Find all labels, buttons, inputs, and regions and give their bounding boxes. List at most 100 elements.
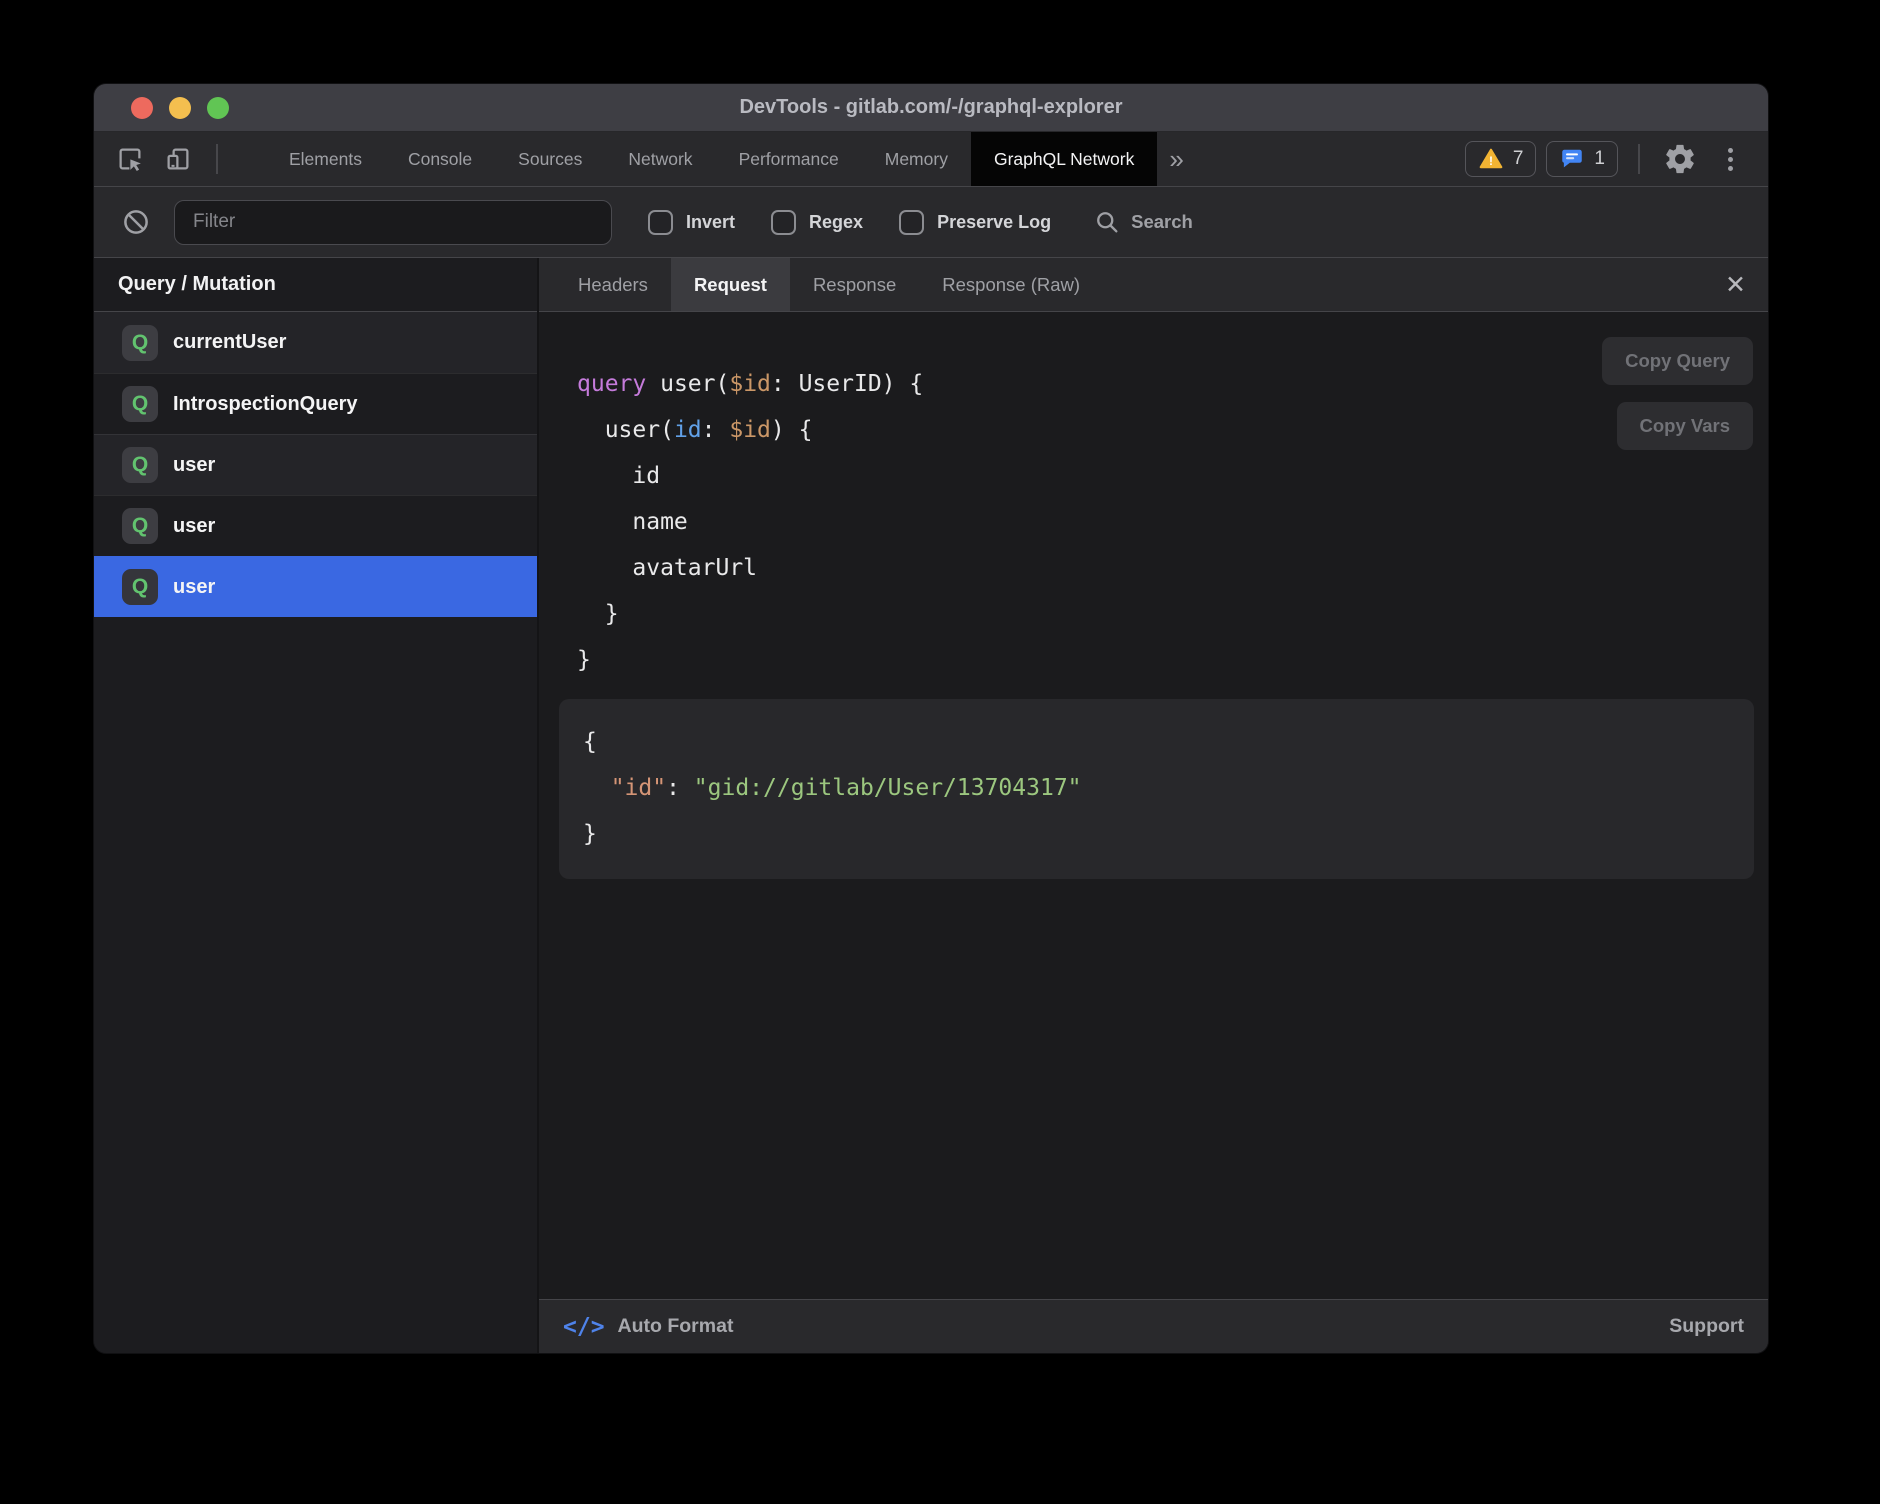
code-line: "id": "gid://gitlab/User/13704317" [583, 765, 1738, 811]
zoom-window-button[interactable] [207, 97, 229, 119]
more-tabs-button[interactable]: » [1157, 132, 1195, 186]
warnings-badge[interactable]: ! 7 [1465, 141, 1537, 177]
minimize-window-button[interactable] [169, 97, 191, 119]
detail-tab-strip: HeadersRequestResponseResponse (Raw) ✕ [539, 258, 1768, 312]
query-type-badge: Q [122, 386, 158, 422]
code-line: query user($id: UserID) { [577, 361, 1768, 407]
auto-format-button[interactable]: </> Auto Format [563, 1314, 733, 1340]
desktop-background: DevTools - gitlab.com/-/graphql-explorer [0, 0, 1880, 1504]
traffic-lights [131, 84, 229, 131]
request-panel: Copy Query Copy Vars query user($id: Use… [539, 312, 1768, 1299]
detail-tab-response[interactable]: Response [790, 258, 919, 311]
menu-button[interactable] [1710, 139, 1750, 179]
svg-text:!: ! [1489, 154, 1493, 168]
code-brackets-icon: </> [563, 1314, 605, 1340]
code-line: } [583, 811, 1738, 857]
regex-checkbox-row[interactable]: Regex [771, 210, 863, 235]
titlebar: DevTools - gitlab.com/-/graphql-explorer [94, 84, 1768, 132]
query-list-item[interactable]: Quser [94, 495, 537, 556]
preserve-log-checkbox-row[interactable]: Preserve Log [899, 210, 1051, 235]
message-count: 1 [1594, 148, 1605, 170]
kebab-menu-icon [1728, 148, 1733, 171]
search-button[interactable]: Search [1093, 208, 1193, 236]
variables-box: { "id": "gid://gitlab/User/13704317"} [559, 699, 1754, 879]
tab-elements[interactable]: Elements [266, 132, 385, 186]
tab-sources[interactable]: Sources [495, 132, 605, 186]
query-list-item-label: user [173, 576, 215, 599]
invert-checkbox-row[interactable]: Invert [648, 210, 735, 235]
preserve-log-checkbox-label: Preserve Log [937, 212, 1051, 233]
invert-checkbox-label: Invert [686, 212, 735, 233]
inspect-element-button[interactable] [110, 139, 150, 179]
tab-network[interactable]: Network [605, 132, 715, 186]
clear-requests-button[interactable] [116, 202, 156, 242]
detail-footer: </> Auto Format Support [539, 1299, 1768, 1353]
search-icon [1093, 208, 1121, 236]
variables-json: { "id": "gid://gitlab/User/13704317"} [583, 719, 1738, 857]
toolbar-icon-group [94, 132, 228, 186]
toolbar-separator [216, 144, 218, 174]
code-line: id [577, 453, 1768, 499]
regex-checkbox[interactable] [771, 210, 796, 235]
device-toolbar-icon [163, 144, 193, 174]
tab-console[interactable]: Console [385, 132, 495, 186]
sidebar-header: Query / Mutation [94, 258, 537, 312]
invert-checkbox[interactable] [648, 210, 673, 235]
support-link[interactable]: Support [1669, 1315, 1744, 1338]
message-icon [1559, 146, 1585, 172]
code-line: avatarUrl [577, 545, 1768, 591]
preserve-log-checkbox[interactable] [899, 210, 924, 235]
query-type-badge: Q [122, 325, 158, 361]
query-list-item-label: user [173, 515, 215, 538]
code-line: { [583, 719, 1738, 765]
copy-query-button[interactable]: Copy Query [1602, 337, 1753, 385]
detail-tab-request[interactable]: Request [671, 258, 790, 311]
close-panel-button[interactable]: ✕ [1717, 258, 1754, 311]
filter-bar: Invert Regex Preserve Log Search [94, 187, 1768, 258]
query-list-item-label: user [173, 454, 215, 477]
code-line: name [577, 499, 1768, 545]
code-line: user(id: $id) { [577, 407, 1768, 453]
query-list-item[interactable]: QcurrentUser [94, 312, 537, 373]
query-list-item[interactable]: Quser [94, 556, 537, 617]
code-line: } [577, 591, 1768, 637]
block-icon [121, 207, 151, 237]
query-list-item[interactable]: Q IntrospectionQuery [94, 373, 537, 434]
settings-button[interactable] [1660, 139, 1700, 179]
query-list: QcurrentUserQIntrospectionQueryQuserQuse… [94, 312, 537, 617]
copy-vars-button[interactable]: Copy Vars [1617, 402, 1754, 450]
query-type-badge: Q [122, 508, 158, 544]
panel-tab-strip: ElementsConsoleSourcesNetworkPerformance… [228, 132, 1157, 186]
detail-tab-headers[interactable]: Headers [555, 258, 671, 311]
warning-count: 7 [1513, 148, 1524, 170]
issues-badge[interactable]: 1 [1546, 141, 1618, 177]
devtools-toolbar: ElementsConsoleSourcesNetworkPerformance… [94, 132, 1768, 187]
tab-performance[interactable]: Performance [716, 132, 862, 186]
device-toolbar-button[interactable] [158, 139, 198, 179]
query-list-item-label: IntrospectionQuery [173, 393, 357, 416]
gear-icon [1663, 142, 1697, 176]
code-line: } [577, 637, 1768, 683]
filter-input[interactable] [174, 200, 612, 245]
inspect-cursor-icon [115, 144, 145, 174]
graphql-query-code: query user($id: UserID) { user(id: $id) … [577, 361, 1768, 683]
regex-checkbox-label: Regex [809, 212, 863, 233]
detail-tab-response-raw[interactable]: Response (Raw) [919, 258, 1103, 311]
devtools-window: DevTools - gitlab.com/-/graphql-explorer [94, 84, 1768, 1353]
query-list-item[interactable]: Quser [94, 434, 537, 495]
toolbar-right-group: ! 7 1 [1465, 132, 1768, 186]
query-sidebar: Query / Mutation QcurrentUserQIntrospect… [94, 258, 539, 1353]
detail-tabs: HeadersRequestResponseResponse (Raw) [555, 258, 1103, 311]
query-type-badge: Q [122, 569, 158, 605]
tab-memory[interactable]: Memory [862, 132, 971, 186]
filter-options: Invert Regex Preserve Log [612, 210, 1051, 235]
search-label: Search [1131, 211, 1193, 233]
toolbar-separator [1638, 144, 1640, 174]
tab-graphql-network[interactable]: GraphQL Network [971, 132, 1157, 186]
window-title: DevTools - gitlab.com/-/graphql-explorer [94, 96, 1768, 119]
auto-format-label: Auto Format [618, 1315, 734, 1338]
copy-button-group: Copy Query Copy Vars [1602, 337, 1753, 450]
warning-icon: ! [1478, 146, 1504, 172]
query-type-badge: Q [122, 447, 158, 483]
close-window-button[interactable] [131, 97, 153, 119]
